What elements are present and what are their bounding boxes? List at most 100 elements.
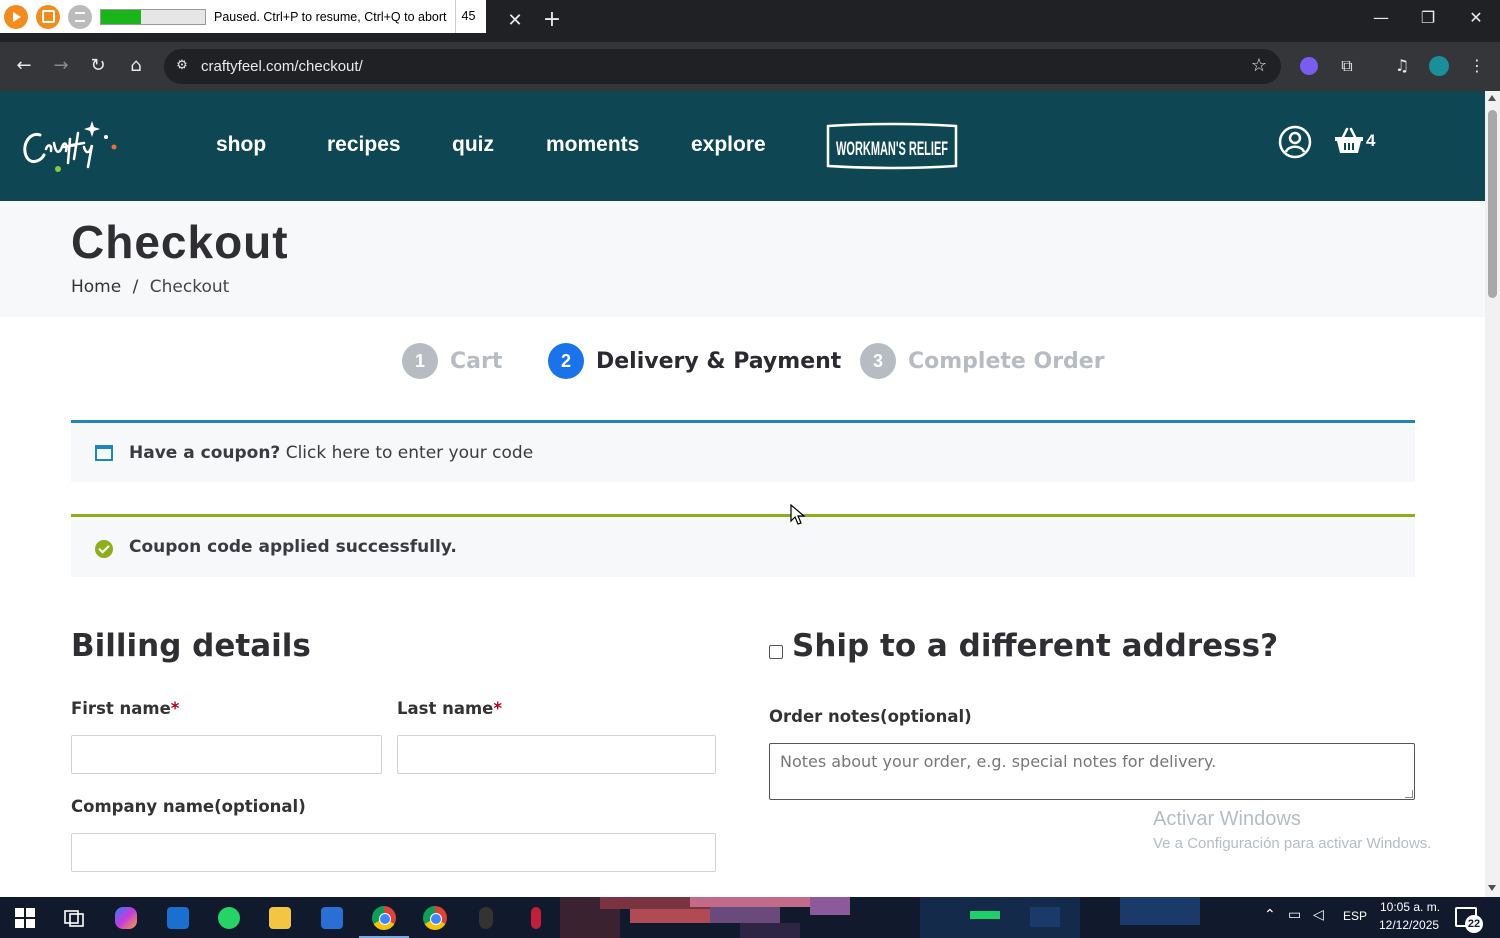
required-mark: * [493,699,503,718]
company-name-input[interactable] [71,833,716,872]
required-mark: * [170,699,180,718]
page-title: Checkout [71,216,289,268]
arrow-left-icon[interactable]: ← [12,54,36,78]
recorder-progress-bar [100,8,206,25]
window-icon [95,445,113,461]
extension-icon[interactable] [1298,55,1320,77]
file-explorer-icon[interactable] [264,902,296,934]
ship-different-address-checkbox[interactable] [769,645,783,659]
clock-date[interactable]: 12/12/2025 [1379,918,1439,932]
ship-different-address-heading[interactable]: Ship to a different address? [792,628,1278,664]
last-name-label-text: Last name [397,699,494,718]
volume-icon[interactable]: ◁ [1313,907,1324,923]
play-icon[interactable] [4,4,28,29]
coupon-success-notice: Coupon code applied successfully. [71,514,1415,577]
user-account-icon[interactable] [1278,125,1312,159]
nav-link-recipes[interactable]: recipes [327,132,401,158]
nav-link-shop[interactable]: shop [216,132,266,158]
home-icon[interactable]: ⌂ [124,54,148,78]
url-text[interactable]: craftyfeel.com/checkout/ [201,49,363,84]
page-scrollbar[interactable] [1485,91,1500,897]
recorder-app-icon[interactable] [520,902,552,934]
crafty-logo[interactable] [18,119,123,175]
shopping-basket-icon[interactable] [1334,127,1364,155]
nav-link-moments[interactable]: moments [546,132,639,158]
clock-time[interactable]: 10:05 a. m. [1380,900,1440,914]
step-cart[interactable]: 1 Cart [402,343,502,379]
workmans-relief-logo[interactable]: WORKMAN'S RELIEF [826,122,958,170]
recorder-progress-fill [101,9,141,24]
notification-count-badge: 22 [1465,915,1483,933]
nav-link-explore[interactable]: explore [691,132,766,158]
browser-tab-bar: Paused. Ctrl+P to resume, Ctrl+Q to abor… [0,0,1500,42]
close-tab-icon[interactable]: ✕ [505,10,525,32]
mouse-app-icon[interactable] [470,902,502,934]
breadcrumb-separator: / [132,277,139,297]
chevron-up-icon[interactable]: ⌃ [1264,907,1276,923]
language-indicator[interactable]: ESP [1343,909,1367,923]
coupon-notice-text: Have a coupon? Click here to enter your … [129,423,533,483]
first-name-label: First name* [71,699,179,718]
coupon-toggle-link[interactable]: Click here to enter your code [286,443,533,463]
cart-count-badge[interactable]: 4 [1366,131,1375,151]
arrow-right-icon[interactable]: → [49,54,73,78]
recorder-status-text: Paused. Ctrl+P to resume, Ctrl+Q to abor… [214,9,447,24]
minimize-icon[interactable]: — [1366,8,1396,27]
puzzle-icon[interactable]: ⧉ [1336,55,1358,77]
windows-activation-subtitle: Ve a Configuración para activar Windows. [1153,835,1432,852]
outlook-icon[interactable] [162,902,194,934]
whatsapp-icon[interactable] [213,902,245,934]
last-name-label: Last name* [397,699,502,718]
reload-icon[interactable]: ↻ [86,54,110,78]
step-complete-order: 3 Complete Order [860,343,1105,379]
site-info-icon[interactable]: ⚙ [174,58,190,74]
first-name-input[interactable] [71,735,382,774]
page-title-band: Checkout Home / Checkout [0,201,1485,317]
microsoft-store-icon[interactable] [316,902,348,934]
step-label: Delivery & Payment [596,348,842,374]
step-number: 2 [548,343,584,379]
svg-text:WORKMAN'S RELIEF: WORKMAN'S RELIEF [836,139,948,160]
chrome-profile-icon[interactable] [419,902,451,934]
macro-recorder-panel: Paused. Ctrl+P to resume, Ctrl+Q to abor… [0,0,486,33]
stop-icon[interactable] [36,4,60,29]
order-notes-label: Order notes(optional) [769,707,972,726]
step-number: 3 [860,343,896,379]
scroll-up-arrow-icon[interactable] [1488,95,1496,101]
taskbar-background-art [560,897,1200,938]
recorder-count: 45 [454,0,475,33]
last-name-input[interactable] [397,735,716,774]
check-circle-icon [95,540,113,558]
breadcrumb-home[interactable]: Home [71,277,121,297]
profile-avatar-icon[interactable] [1428,55,1450,77]
chrome-icon[interactable] [359,902,409,938]
step-label: Cart [450,348,503,374]
pause-icon[interactable] [68,4,92,29]
star-icon[interactable]: ☆ [1251,55,1267,77]
first-name-label-text: First name [71,699,171,718]
breadcrumb: Home / Checkout [71,277,229,297]
scrollbar-thumb[interactable] [1488,110,1497,298]
resize-handle-icon[interactable] [1405,790,1413,798]
copilot-icon[interactable] [110,902,142,934]
windows-start-icon[interactable] [9,902,41,934]
kebab-menu-icon[interactable]: ⋮ [1466,55,1488,77]
new-tab-icon[interactable]: + [542,9,562,31]
step-delivery-payment: 2 Delivery & Payment [548,343,841,379]
task-view-icon[interactable] [58,902,90,934]
network-icon[interactable]: ▭ [1288,907,1301,923]
address-bar[interactable]: ⚙ craftyfeel.com/checkout/ ☆ [164,49,1281,84]
coupon-question: Have a coupon? [129,443,281,463]
order-notes-textarea[interactable] [769,743,1415,800]
restore-icon[interactable]: ❐ [1413,8,1443,27]
mouse-cursor-icon [790,504,806,525]
close-window-icon[interactable]: ✕ [1461,8,1491,27]
nav-link-quiz[interactable]: quiz [452,132,494,158]
media-control-icon[interactable]: ♫ [1391,55,1413,77]
windows-taskbar: ⌃ ▭ ◁ ESP 10:05 a. m. 12/12/2025 22 [0,897,1500,938]
scroll-down-arrow-icon[interactable] [1488,885,1496,891]
coupon-success-text: Coupon code applied successfully. [129,537,457,557]
breadcrumb-current: Checkout [149,277,230,297]
coupon-notice: Have a coupon? Click here to enter your … [71,420,1415,482]
company-name-label: Company name(optional) [71,797,306,816]
